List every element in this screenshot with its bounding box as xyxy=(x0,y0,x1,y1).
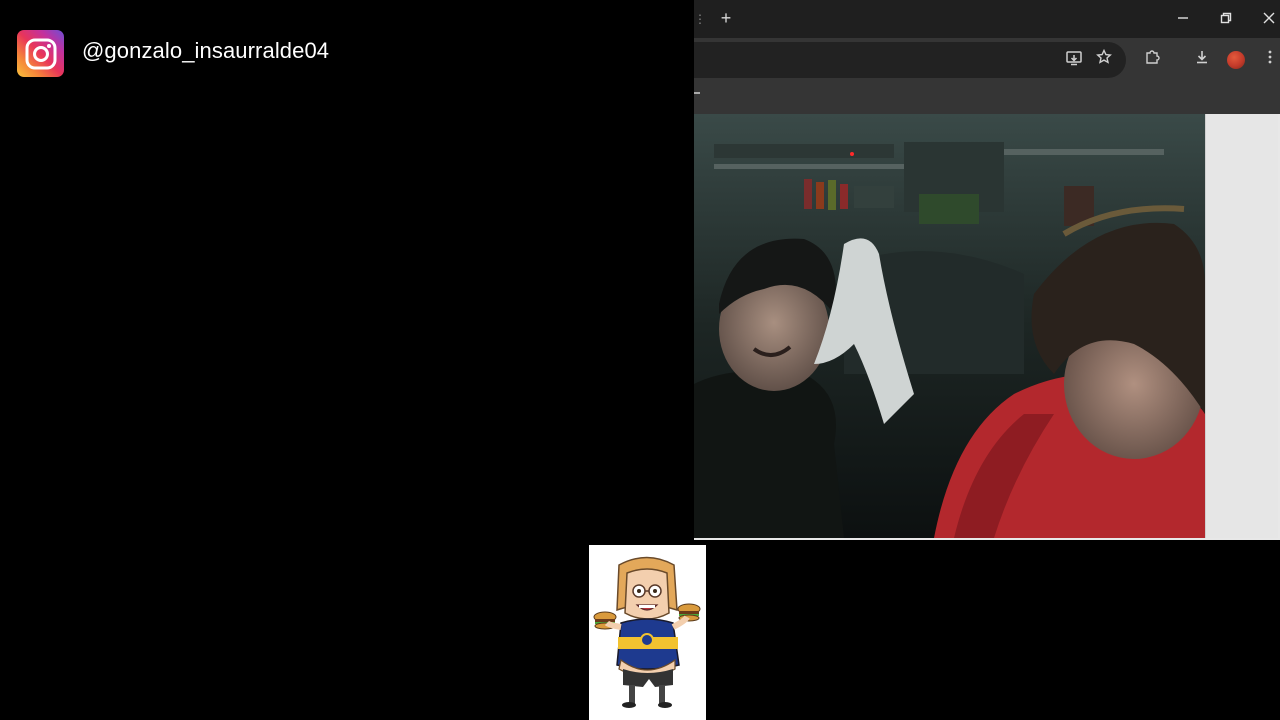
side-panel xyxy=(1205,114,1278,538)
browser-window: ⋮ + xyxy=(694,0,1280,540)
instagram-glyph xyxy=(25,38,56,69)
extensions-icon[interactable] xyxy=(1141,49,1163,71)
instagram-handle: @gonzalo_insaurralde04 xyxy=(82,38,330,63)
webcam-frame xyxy=(694,114,1205,538)
address-bar[interactable] xyxy=(694,42,1126,78)
restore-icon[interactable] xyxy=(1215,8,1237,30)
cartoon-character-sticker xyxy=(589,545,706,720)
webcam-video[interactable] xyxy=(694,114,1205,538)
instagram-icon xyxy=(17,30,64,77)
profile-avatar[interactable] xyxy=(1227,51,1245,69)
tab-separator: ⋮ xyxy=(694,12,706,26)
downloads-icon[interactable] xyxy=(1191,49,1213,71)
close-icon[interactable] xyxy=(1258,8,1280,30)
browser-toolbar xyxy=(694,38,1280,82)
bookmarks-bar xyxy=(694,82,1280,114)
cartoon-character-icon xyxy=(593,556,701,708)
page-viewport xyxy=(694,114,1280,540)
kebab-menu-icon[interactable] xyxy=(1259,49,1280,71)
bookmark-star-icon[interactable] xyxy=(1093,48,1115,71)
bookmark-item[interactable] xyxy=(694,92,700,94)
install-app-icon[interactable] xyxy=(1063,49,1085,71)
browser-titlebar: ⋮ + xyxy=(694,0,1280,38)
minimize-icon[interactable] xyxy=(1172,8,1194,30)
plus-icon[interactable]: + xyxy=(718,8,734,28)
